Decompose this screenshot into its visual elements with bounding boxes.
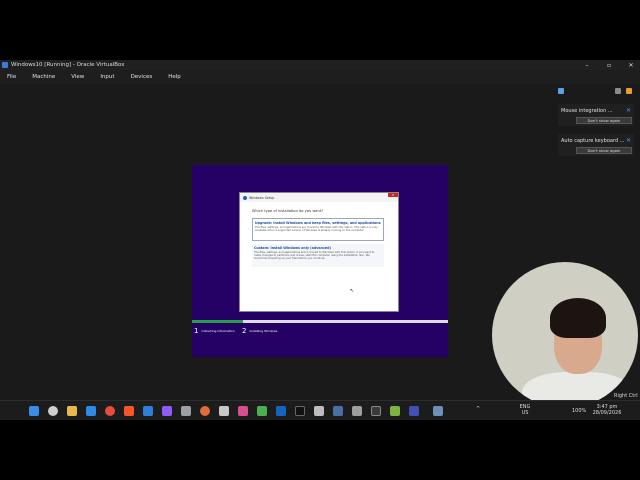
app-icon[interactable] — [276, 406, 286, 416]
maximize-button[interactable]: ▫ — [602, 60, 616, 70]
info-icon[interactable] — [615, 88, 621, 94]
dont-show-again-button[interactable]: Don't show again — [576, 117, 632, 124]
notification-mouse-integration: Mouse integration ... ✕ Don't show again — [558, 104, 634, 126]
virtualbox-taskbar-icon[interactable] — [433, 406, 443, 416]
setup-title: Windows Setup — [249, 195, 275, 200]
upgrade-description: The files, settings, and applications ar… — [255, 226, 378, 233]
host-key-label: Right Ctrl — [614, 393, 638, 399]
setup-titlebar: Windows Setup — [240, 193, 398, 202]
setup-progress-fill — [192, 320, 244, 323]
install-question: Which type of installation do you want? — [252, 209, 324, 213]
minimize-button[interactable]: – — [580, 60, 594, 70]
settings-icon[interactable] — [626, 88, 632, 94]
date: 28/09/2026 — [592, 410, 622, 416]
app-icon[interactable] — [257, 406, 267, 416]
file-explorer-icon[interactable] — [67, 406, 77, 416]
windows-setup-dialog: Windows Setup ✕ Which type of installati… — [239, 192, 399, 312]
app-icon[interactable] — [371, 406, 381, 416]
notification-title: Mouse integration ... — [561, 108, 613, 114]
webcam-overlay — [492, 262, 638, 408]
virtualbox-icon — [2, 62, 8, 68]
notification-title: Auto capture keyboard ... — [561, 138, 625, 144]
app-icon[interactable] — [238, 406, 248, 416]
language-indicator[interactable]: ENG US — [516, 404, 534, 416]
app-icon[interactable] — [314, 406, 324, 416]
upgrade-option[interactable]: Upgrade: Install Windows and keep files,… — [252, 218, 384, 241]
menu-file[interactable]: File — [7, 74, 16, 80]
menu-machine[interactable]: Machine — [32, 74, 55, 80]
chat-icon[interactable] — [558, 88, 564, 94]
menu-bar: File Machine View Input Devices Help — [0, 70, 640, 84]
app-icon[interactable] — [181, 406, 191, 416]
vscode-icon[interactable] — [143, 406, 153, 416]
search-icon[interactable] — [48, 406, 58, 416]
menu-view[interactable]: View — [71, 74, 84, 80]
close-icon[interactable]: ✕ — [626, 107, 631, 114]
github-icon[interactable] — [219, 406, 229, 416]
step-number: 1 — [194, 327, 199, 335]
battery-percent: 100% — [572, 408, 587, 414]
app-icon[interactable] — [200, 406, 210, 416]
custom-heading: Custom: Install Windows only (advanced) — [254, 246, 332, 250]
guest-screen[interactable]: Windows Setup ✕ Which type of installati… — [192, 165, 448, 357]
visual-studio-icon[interactable] — [162, 406, 172, 416]
webcam-hair — [550, 298, 606, 338]
close-icon[interactable]: ✕ — [626, 137, 631, 144]
menu-input[interactable]: Input — [100, 74, 114, 80]
mouse-cursor-icon: ↖ — [350, 288, 355, 294]
menu-devices[interactable]: Devices — [131, 74, 153, 80]
custom-option[interactable]: Custom: Install Windows only (advanced) … — [252, 244, 384, 267]
setup-icon — [243, 195, 247, 200]
terminal-icon[interactable] — [295, 406, 305, 416]
taskbar: ^ ENG US 100% 3:47 pm 28/09/2026 — [0, 400, 640, 420]
step-label: Installing Windows — [249, 329, 278, 333]
mail-icon[interactable] — [86, 406, 96, 416]
chrome-icon[interactable] — [105, 406, 115, 416]
custom-description: The files, settings, and applications ar… — [254, 251, 375, 261]
upgrade-heading: Upgrade: Install Windows and keep files,… — [255, 221, 381, 225]
clock[interactable]: 3:47 pm 28/09/2026 — [592, 404, 622, 416]
close-button[interactable]: ✕ — [624, 60, 638, 70]
step-label: Collecting information — [201, 329, 235, 333]
screen: Windows10 [Running] - Oracle VirtualBox … — [0, 60, 640, 420]
app-icon[interactable] — [390, 406, 400, 416]
step-collecting: 1 Collecting information — [194, 327, 235, 335]
brave-icon[interactable] — [124, 406, 134, 416]
window-titlebar[interactable]: Windows10 [Running] - Oracle VirtualBox … — [0, 60, 640, 70]
window-title: Windows10 [Running] - Oracle VirtualBox — [11, 62, 125, 68]
notification-auto-capture: Auto capture keyboard ... ✕ Don't show a… — [558, 134, 634, 156]
app-icon[interactable] — [352, 406, 362, 416]
step-number: 2 — [242, 327, 247, 335]
menu-help[interactable]: Help — [168, 74, 181, 80]
tray-chevron-icon[interactable]: ^ — [476, 406, 480, 412]
app-icon[interactable] — [409, 406, 419, 416]
setup-close-icon[interactable]: ✕ — [388, 193, 398, 197]
status-icons — [558, 87, 638, 97]
dont-show-again-button[interactable]: Don't show again — [576, 147, 632, 154]
step-installing: 2 Installing Windows — [242, 327, 277, 335]
region: US — [521, 410, 529, 416]
setup-progress-bar — [192, 320, 448, 323]
app-icon[interactable] — [333, 406, 343, 416]
start-icon[interactable] — [29, 406, 39, 416]
